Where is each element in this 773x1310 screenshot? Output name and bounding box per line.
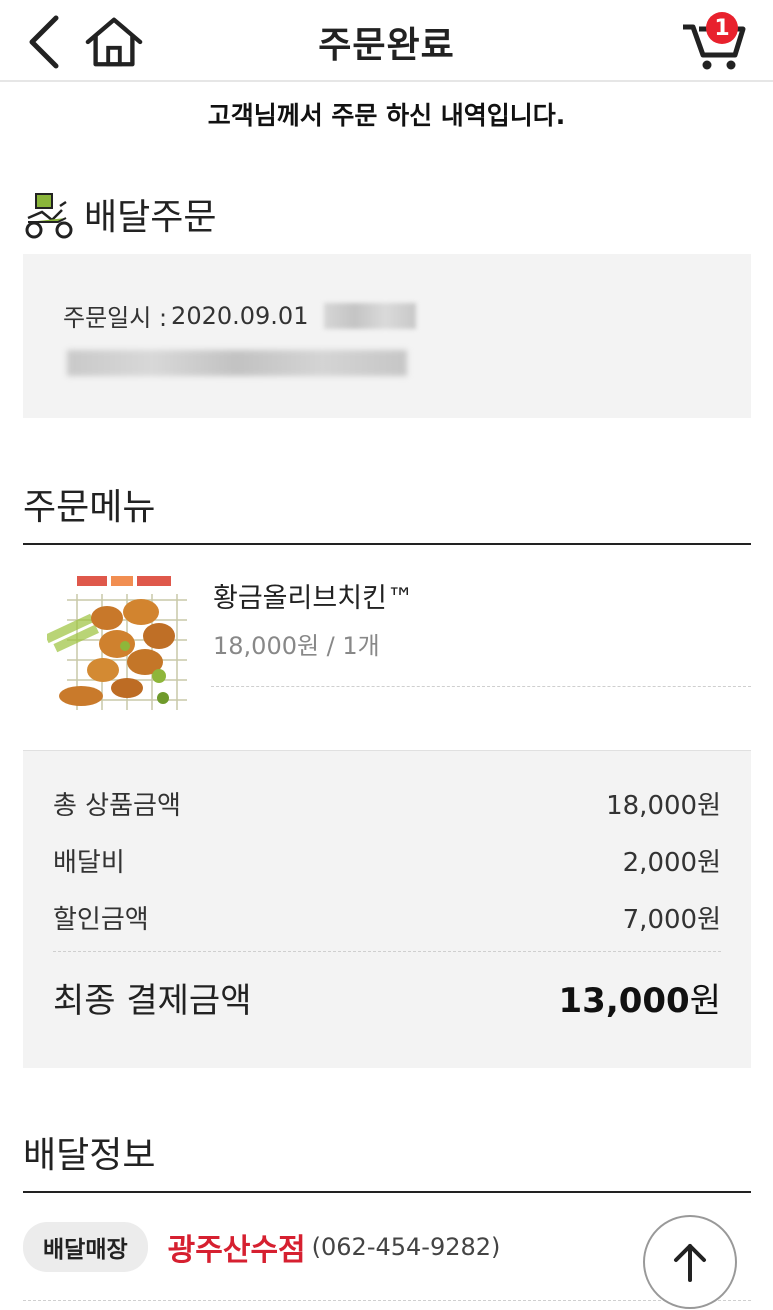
final-payment-unit: 원: [689, 981, 721, 1021]
delivery-order-heading: 배달주문: [22, 188, 216, 240]
final-payment-value: 13,000원: [559, 973, 721, 1022]
final-payment-label: 최종 결제금액: [53, 981, 252, 1021]
blurred-order-time: [324, 302, 417, 329]
order-complete-message: 고객님께서 주문 하신 내역입니다.: [207, 101, 566, 130]
menu-item-name: 황금올리브치킨™: [213, 583, 414, 614]
payment-summary-panel: 총 상품금액 18,000원 배달비 2,000원 할인금액 7,000원 최종…: [23, 750, 751, 1068]
order-info-panel: 주문일시 : 2020.09.01: [23, 254, 751, 418]
delivery-scooter-icon: [25, 193, 73, 239]
delivery-info-title: 배달정보: [23, 1135, 156, 1176]
fried-chicken-image: [44, 570, 193, 722]
delivery-store-row: 배달매장 광주산수점 (062-454-9282): [23, 1222, 500, 1272]
menu-item: 황금올리브치킨™ 18,000원 / 1개: [23, 560, 751, 740]
cart-button[interactable]: 1: [676, 12, 752, 72]
menu-item-price-qty: 18,000원 / 1개: [213, 632, 380, 660]
menu-item-divider: [211, 686, 751, 687]
blurred-order-number: [67, 350, 407, 376]
order-menu-title: 주문메뉴: [23, 487, 156, 528]
delivery-order-title: 배달주문: [84, 197, 217, 238]
order-date-value: 2020.09.01: [171, 301, 309, 330]
page-title: 주문완료: [318, 25, 455, 66]
total-product-row: 총 상품금액 18,000원: [53, 785, 721, 822]
discount-label: 할인금액: [53, 905, 149, 935]
scroll-top-button[interactable]: [643, 1215, 737, 1309]
store-divider: [23, 1300, 751, 1301]
menu-divider: [23, 543, 751, 545]
discount-value: 7,000원: [622, 905, 721, 935]
total-product-value: 18,000원: [606, 791, 721, 821]
delivery-fee-label: 배달비: [53, 848, 125, 878]
cart-count-badge: 1: [706, 12, 738, 44]
discount-row: 할인금액 7,000원: [53, 899, 721, 936]
menu-item-thumbnail: [44, 570, 193, 722]
store-phone[interactable]: (062-454-9282): [312, 1233, 501, 1261]
order-date-row: 주문일시 : 2020.09.01: [63, 298, 417, 333]
order-date-label: 주문일시 :: [63, 304, 168, 332]
delivery-fee-value: 2,000원: [622, 848, 721, 878]
delivery-info-divider: [23, 1191, 751, 1193]
store-name: 광주산수점: [167, 1233, 306, 1268]
final-payment-amount: 13,000: [558, 981, 690, 1021]
total-product-label: 총 상품금액: [53, 791, 181, 821]
arrow-up-icon: [674, 1244, 706, 1282]
delivery-store-chip: 배달매장: [23, 1222, 148, 1272]
app-header: 주문완료 1: [0, 0, 773, 82]
delivery-fee-row: 배달비 2,000원: [53, 842, 721, 879]
summary-divider: [53, 951, 721, 952]
final-payment-row: 최종 결제금액 13,000원: [53, 973, 721, 1022]
